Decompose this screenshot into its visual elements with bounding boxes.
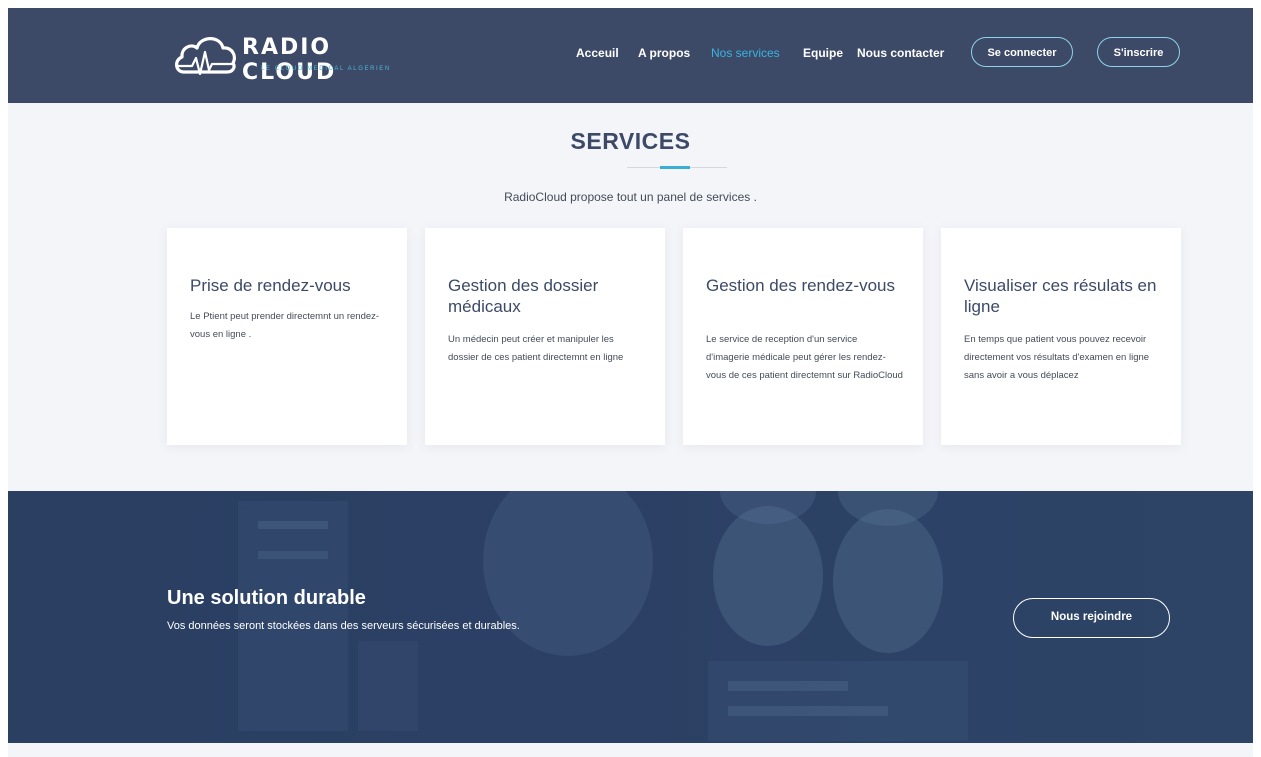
service-card: Prise de rendez-vous Le Ptient peut pren… [167,228,407,445]
site-header: RADIO CLOUD LE CLOUD MEDICAL ALGERIEN Ac… [8,8,1253,103]
service-card: Gestion des rendez-vous Le service de re… [683,228,923,445]
services-title: SERVICES [570,128,691,154]
nav-item-nous-contacter[interactable]: Nous contacter [857,46,944,60]
banner-text: Vos données seront stockées dans des ser… [167,620,520,632]
service-card: Gestion des dossier médicaux Un médecin … [425,228,665,445]
login-button[interactable]: Se connecter [971,37,1073,67]
brand-logo[interactable]: RADIO CLOUD LE CLOUD MEDICAL ALGERIEN [172,28,402,85]
service-card: Visualiser ces résulats en ligne En temp… [941,228,1181,445]
service-card-title: Prise de rendez-vous [190,276,351,295]
title-accent-bar [660,166,690,169]
cta-banner: Une solution durable Vos données seront … [8,491,1253,743]
service-card-text: Le service de reception d'un service d'i… [706,334,903,381]
service-card-title: Visualiser ces résulats en ligne [964,276,1157,316]
nav-item-nos-services[interactable]: Nos services [711,46,780,60]
nav-item-acceuil[interactable]: Acceuil [576,46,619,60]
service-card-text: Un médecin peut créer et manipuler les d… [448,334,624,363]
signup-button[interactable]: S'inscrire [1097,37,1180,67]
join-button[interactable]: Nous rejoindre [1013,598,1170,638]
brand-tagline: LE CLOUD MEDICAL ALGERIEN [261,66,391,72]
service-card-text: Le Ptient peut prender directemnt un ren… [190,311,380,340]
banner-title: Une solution durable [167,587,366,609]
nav-item-a-propos[interactable]: A propos [638,46,690,60]
cloud-heartbeat-icon [175,37,236,76]
services-subtitle: RadioCloud propose tout un panel de serv… [504,190,757,204]
brand-name: RADIO CLOUD [242,35,337,85]
service-card-title: Gestion des dossier médicaux [448,276,599,316]
service-card-title: Gestion des rendez-vous [706,276,895,295]
service-card-text: En temps que patient vous pouvez recevoi… [964,334,1150,381]
nav-item-equipe[interactable]: Equipe [803,46,843,60]
page: RADIO CLOUD LE CLOUD MEDICAL ALGERIEN Ac… [8,8,1253,757]
